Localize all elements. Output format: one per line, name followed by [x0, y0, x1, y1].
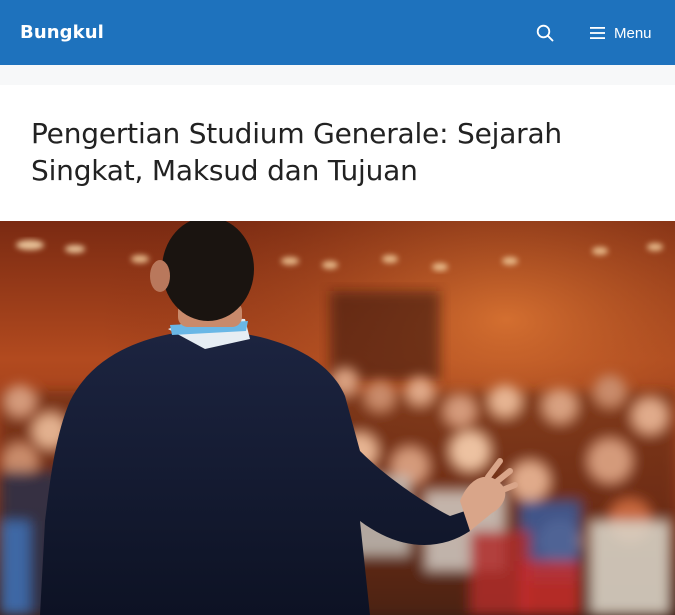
speaker-conference-illustration — [0, 221, 675, 615]
article-card: Pengertian Studium Generale: Sejarah Sin… — [0, 85, 675, 615]
site-header: Bungkul Menu — [0, 0, 675, 65]
search-button[interactable] — [533, 21, 557, 45]
search-icon — [536, 24, 554, 42]
featured-image — [0, 221, 675, 615]
hamburger-icon — [590, 27, 605, 39]
menu-toggle-button[interactable]: Menu — [590, 20, 652, 46]
menu-label: Menu — [614, 24, 652, 42]
site-logo-link[interactable]: Bungkul — [20, 22, 104, 43]
article-title: Pengertian Studium Generale: Sejarah Sin… — [31, 117, 562, 187]
